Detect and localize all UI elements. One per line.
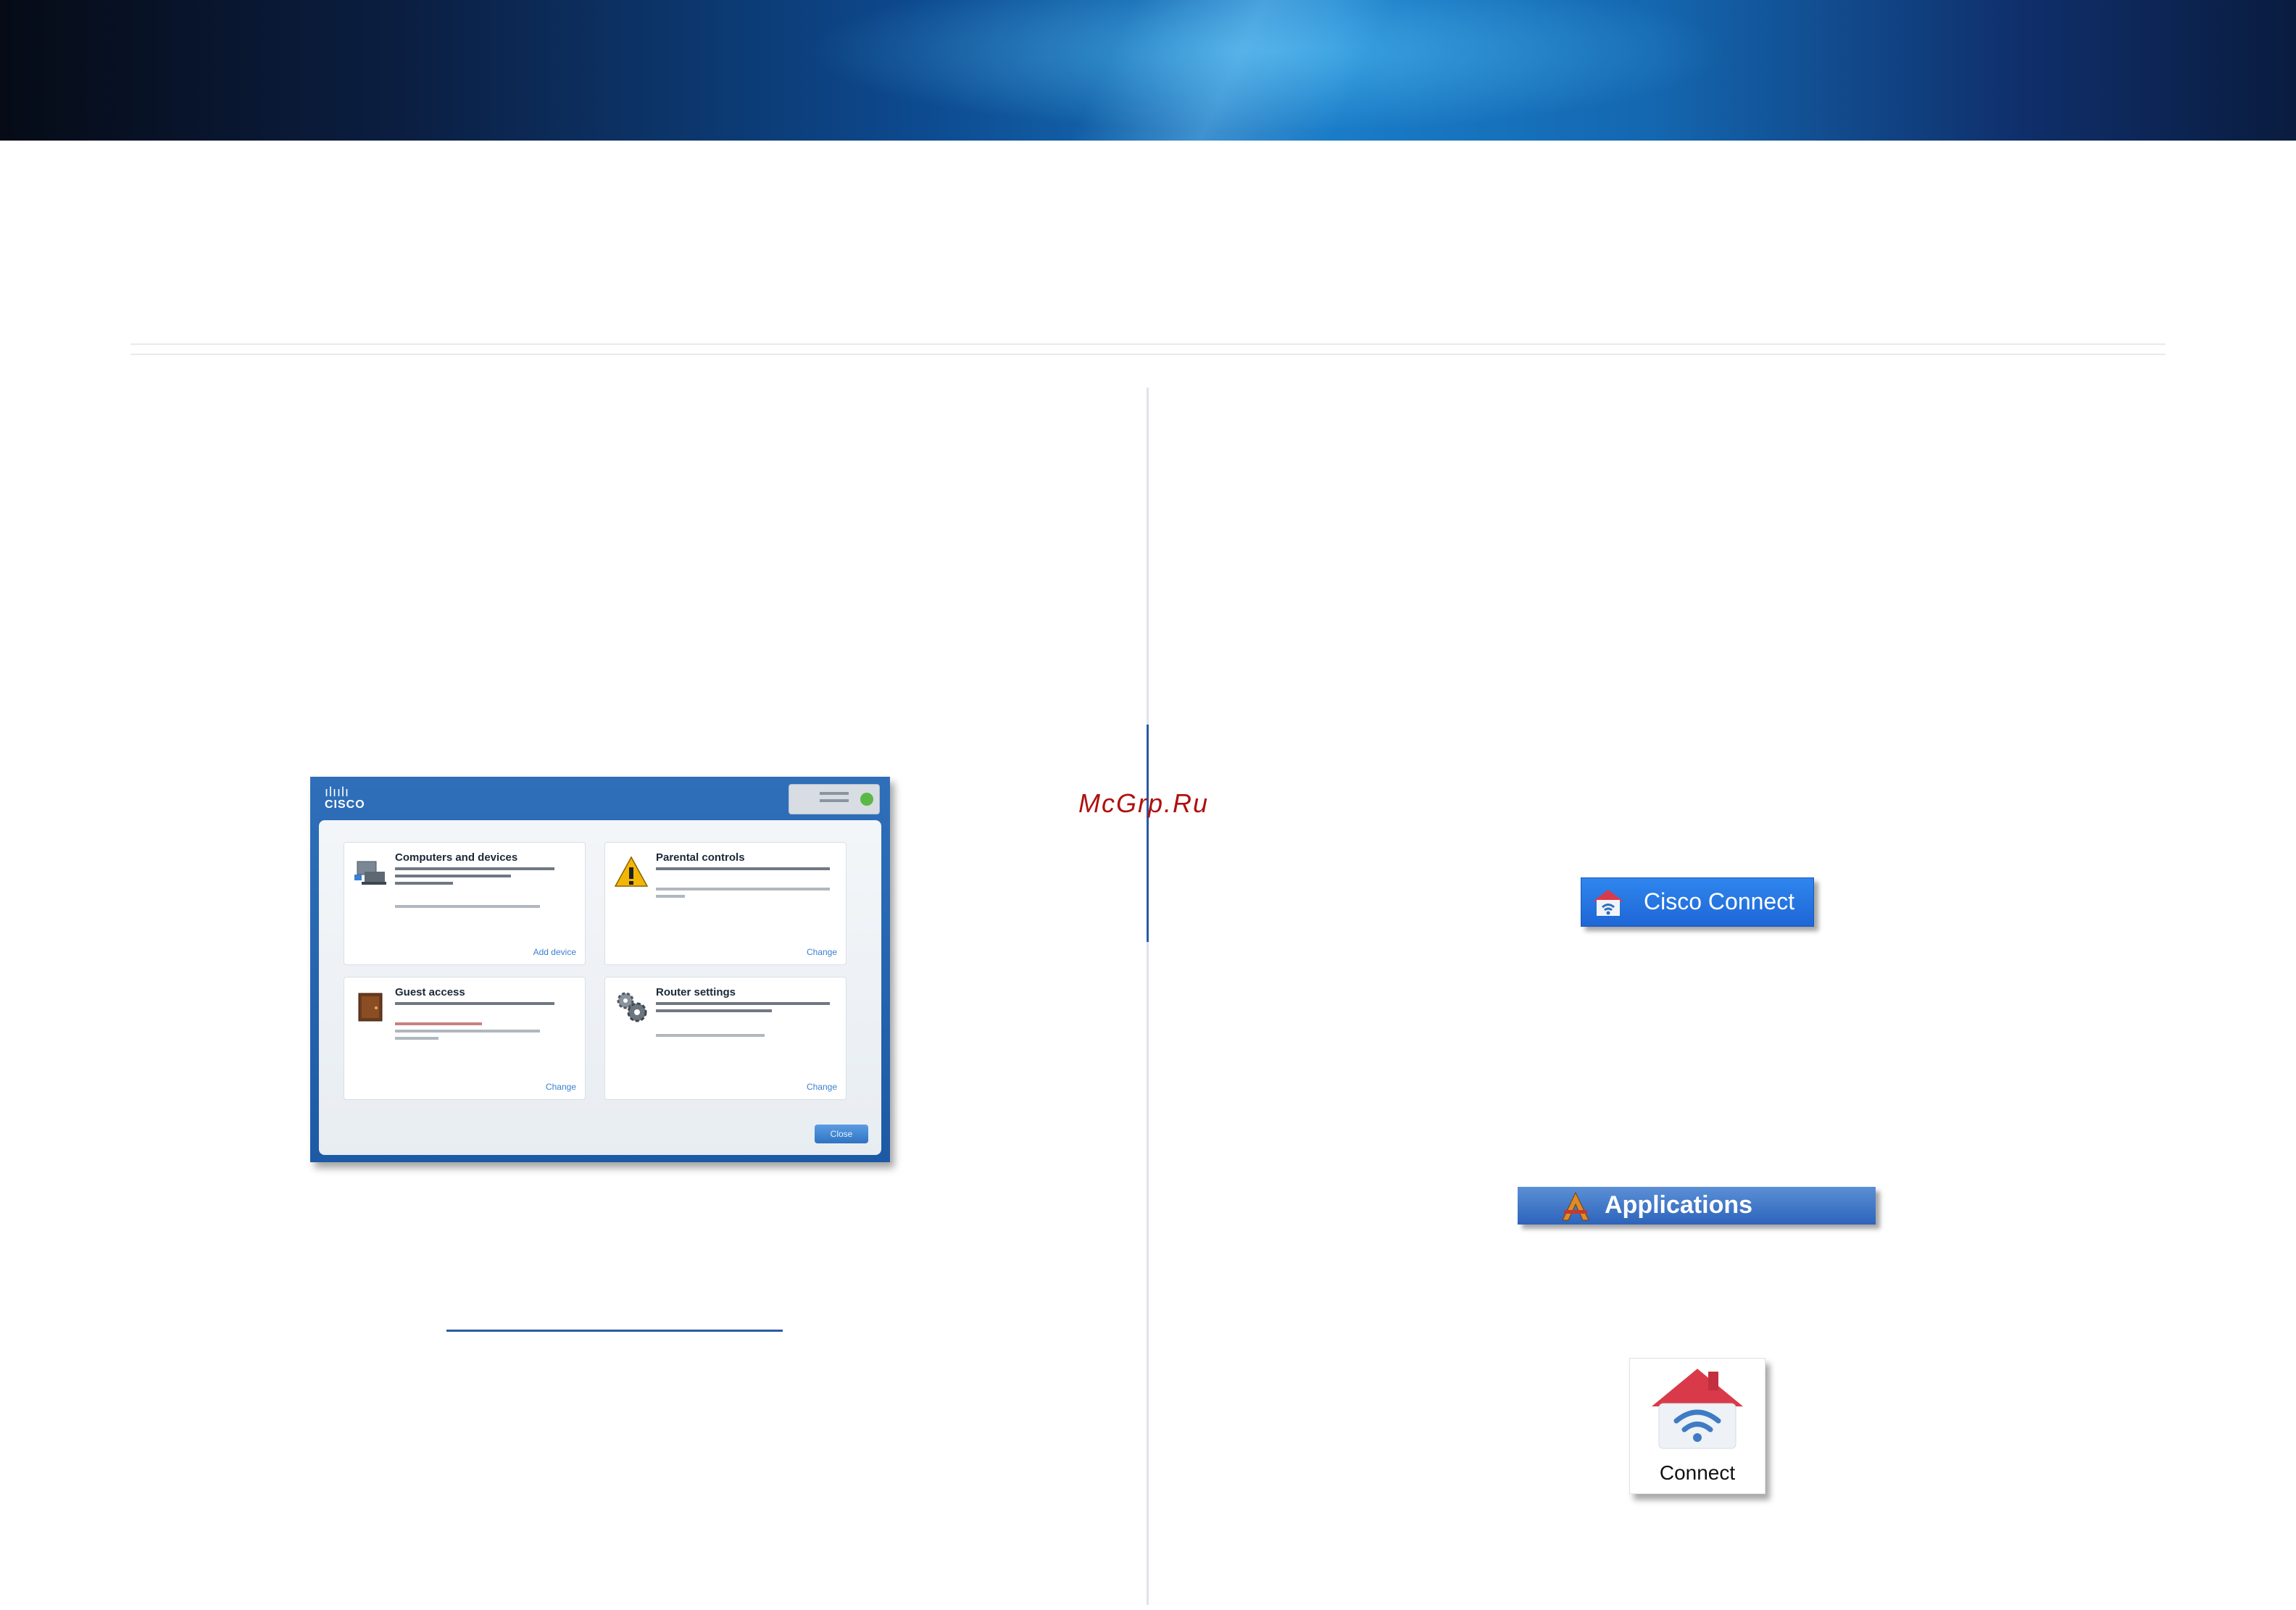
column-divider [1147, 388, 1149, 1605]
tile-computers-and-devices[interactable]: Computers and devices Add device [344, 842, 586, 965]
cisco-connect-house-icon [1593, 890, 1623, 916]
tile-title: Guest access [395, 986, 465, 998]
tile-title: Computers and devices [395, 851, 518, 864]
cisco-connect-dashboard: ılıılı CISCO Computers and devices Add d… [310, 777, 890, 1162]
warning-icon [614, 856, 649, 887]
status-ok-icon [860, 793, 873, 806]
cisco-connect-button[interactable]: Cisco Connect [1581, 877, 1814, 927]
computer-devices-icon [354, 861, 386, 885]
cisco-connect-label: Cisco Connect [1644, 888, 1795, 914]
applications-icon [1562, 1191, 1589, 1221]
connect-house-icon [1652, 1369, 1743, 1449]
tile-title: Parental controls [656, 851, 745, 864]
connect-app-icon[interactable]: Connect [1629, 1358, 1765, 1494]
connect-label: Connect [1659, 1461, 1736, 1484]
applications-label: Applications [1605, 1191, 1753, 1219]
column-divider-accent [1147, 725, 1149, 942]
tile-router-settings[interactable]: Router settings Change [604, 977, 847, 1100]
add-device-link[interactable]: Add device [533, 947, 576, 957]
dashboard-panel: Computers and devices Add device Parenta… [319, 820, 881, 1155]
header-banner [0, 0, 2296, 141]
tile-guest-access[interactable]: Guest access Change [344, 977, 586, 1100]
header-divider [130, 343, 2166, 345]
banner-highlight [833, 0, 1631, 141]
cisco-logo: ılıılı CISCO [325, 785, 365, 812]
guest-access-change-link[interactable]: Change [546, 1082, 576, 1092]
tile-title: Router settings [656, 986, 736, 998]
gears-icon [617, 992, 647, 1022]
cisco-logo-bars: ılıılı [325, 785, 350, 799]
tile-parental-controls[interactable]: Parental controls Change [604, 842, 847, 965]
parental-controls-change-link[interactable]: Change [807, 947, 837, 957]
router-settings-change-link[interactable]: Change [807, 1082, 837, 1092]
close-button[interactable]: Close [815, 1125, 868, 1143]
link-underline[interactable] [446, 1330, 783, 1332]
header-divider-lower [130, 354, 2166, 355]
guest-door-icon [358, 993, 383, 1022]
cisco-logo-word: CISCO [325, 798, 365, 811]
applications-folder[interactable]: Applications [1518, 1187, 1876, 1225]
router-status-indicator[interactable] [789, 784, 880, 814]
watermark: McGrp.Ru [1078, 788, 1210, 818]
